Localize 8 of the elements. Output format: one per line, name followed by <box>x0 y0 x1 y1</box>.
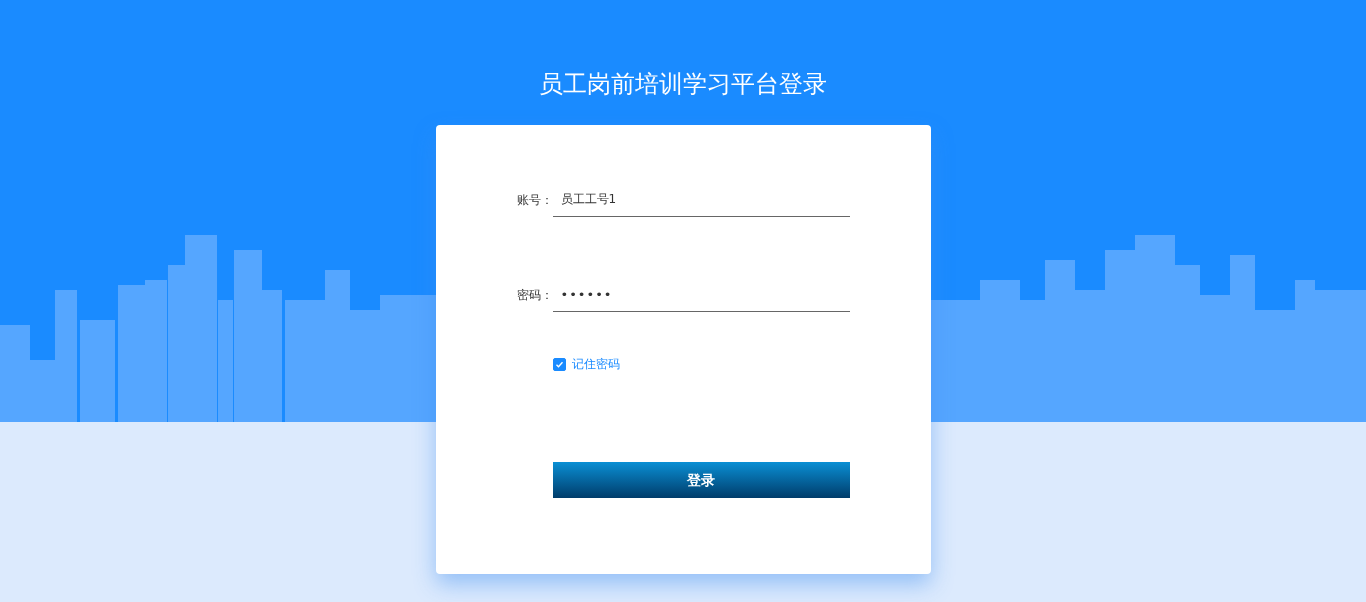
login-button[interactable]: 登录 <box>552 462 850 498</box>
remember-checkbox[interactable] <box>552 357 566 371</box>
page-title: 员工岗前培训学习平台登录 <box>539 69 827 100</box>
account-field[interactable]: 员工工号1 <box>552 183 850 217</box>
remember-label[interactable]: 记住密码 <box>571 355 620 373</box>
field-label: 账号： <box>515 192 553 209</box>
field-label: 密码： <box>515 287 553 304</box>
password-field[interactable]: •••••• <box>552 278 850 312</box>
